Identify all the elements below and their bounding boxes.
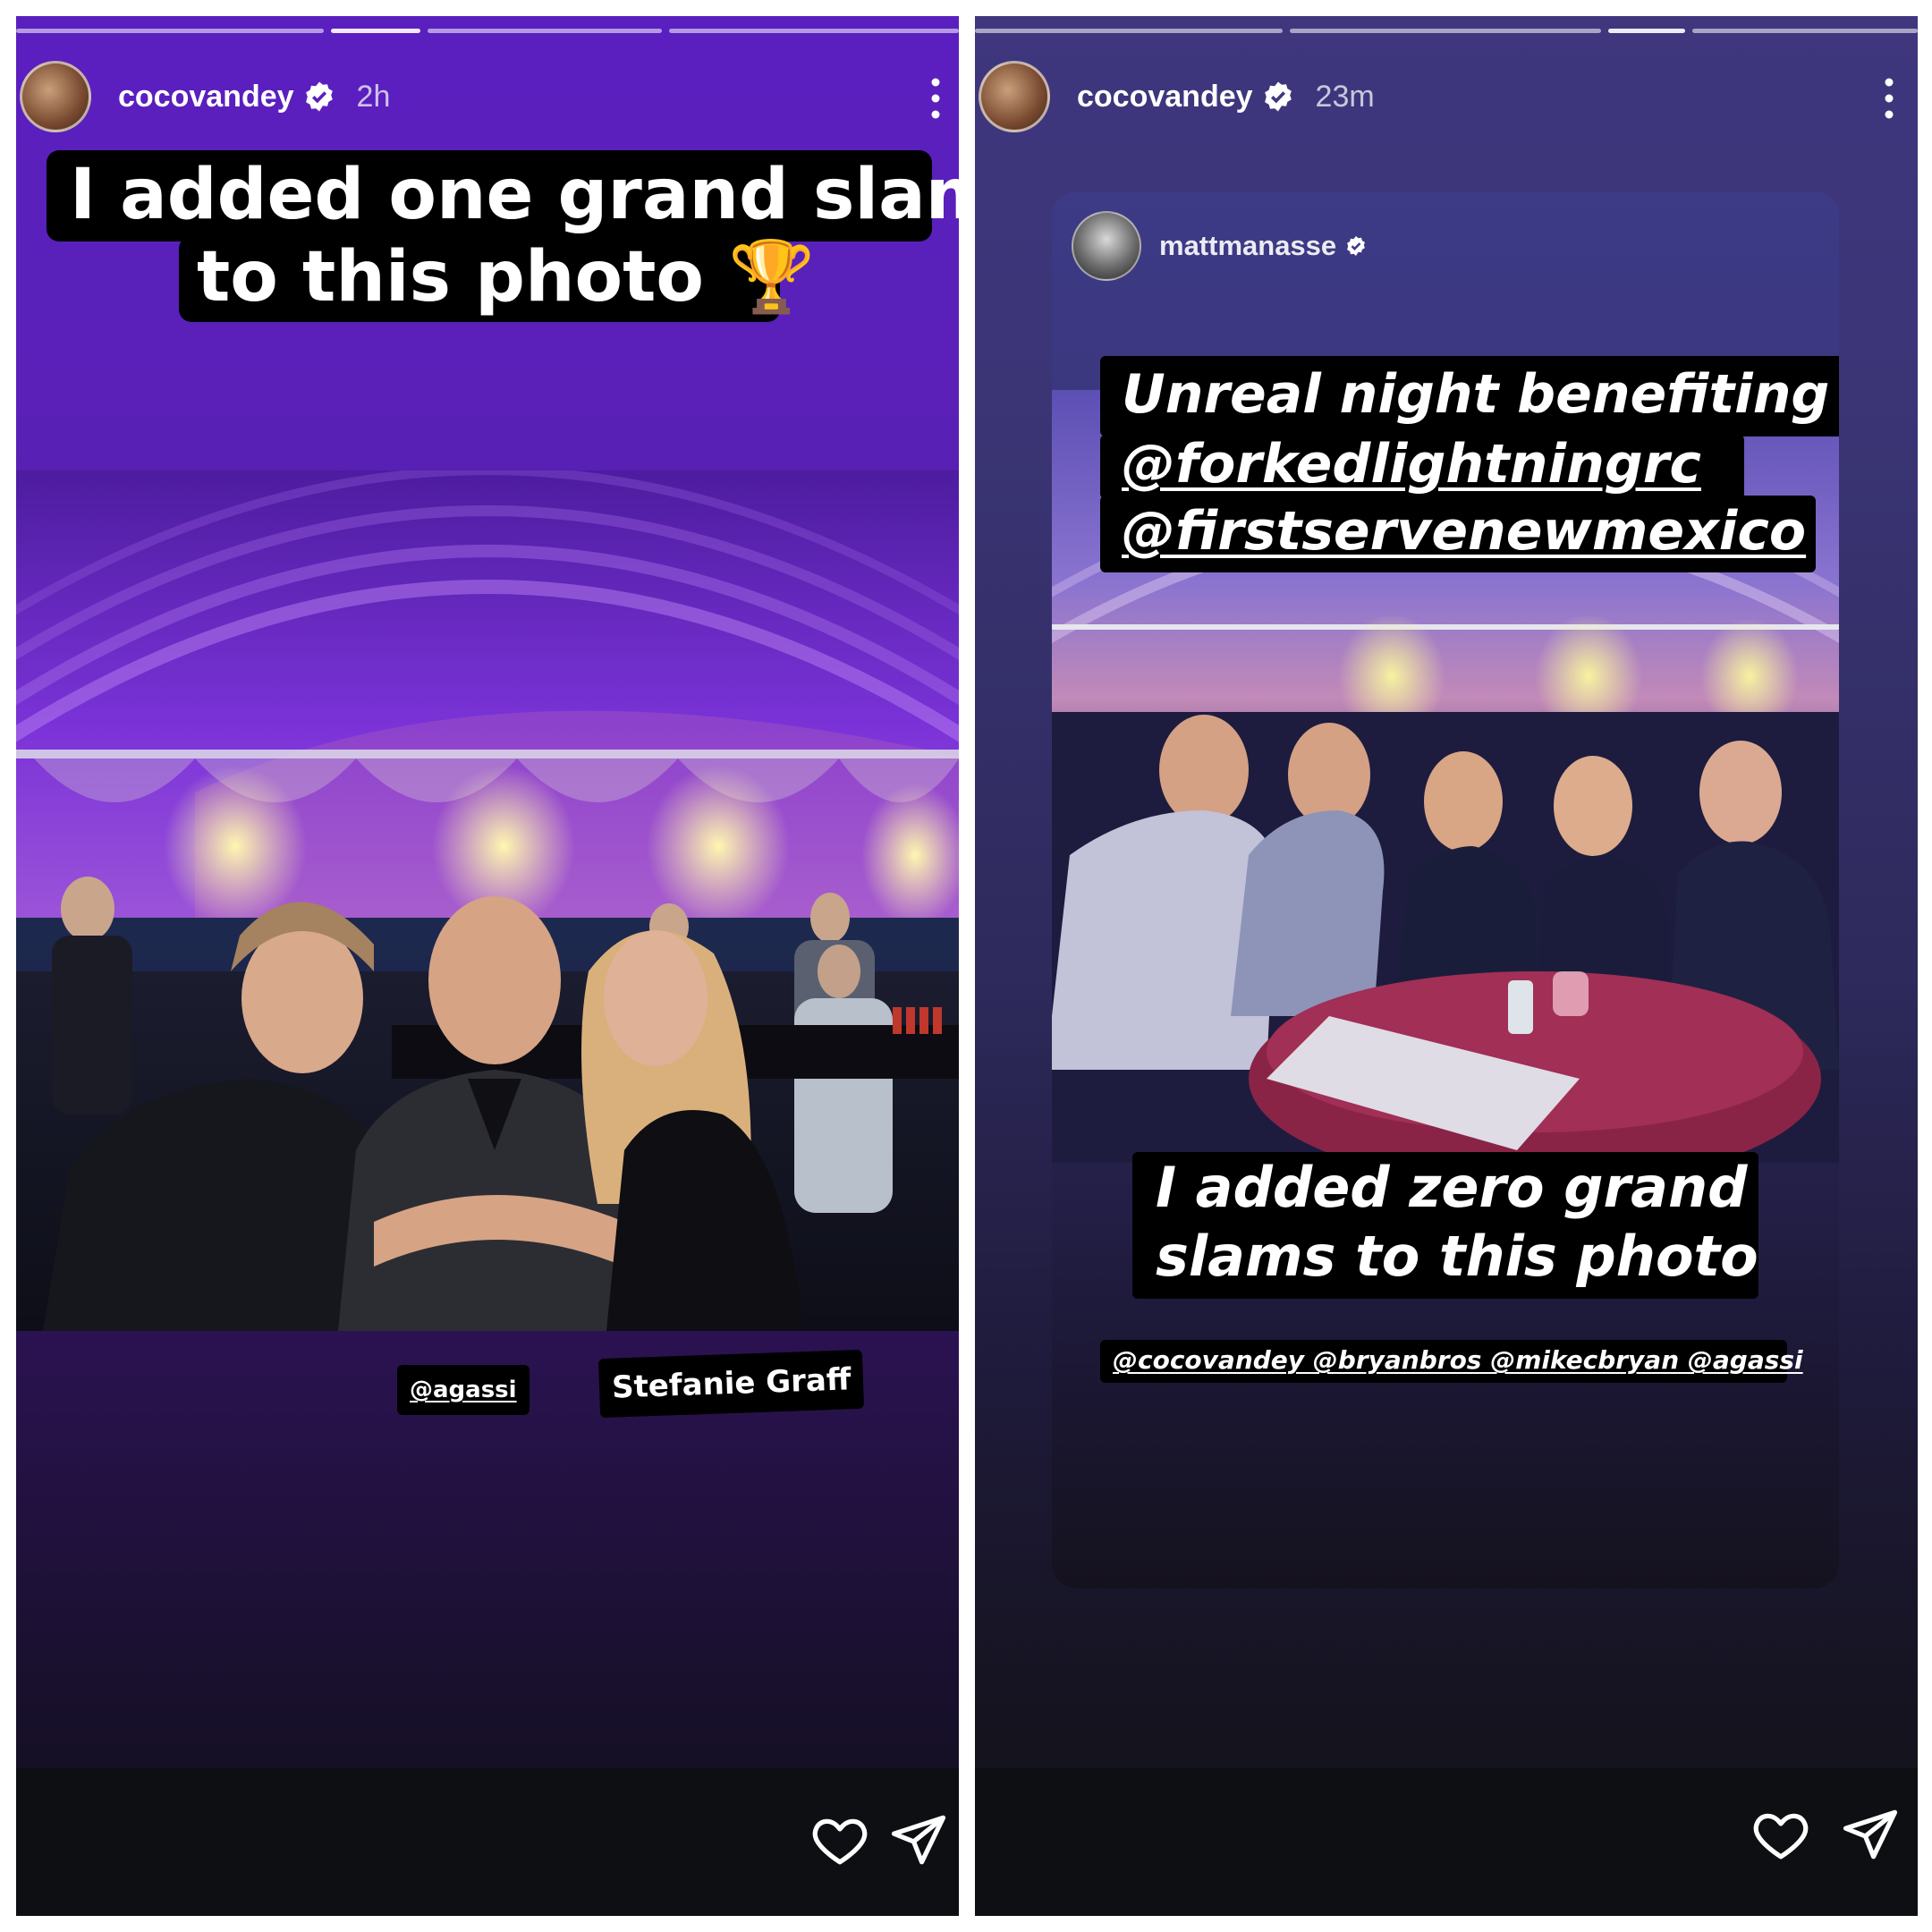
shared-caption-line-1: Unreal night benefiting (1100, 356, 1839, 436)
mention-text: @agassi (410, 1377, 517, 1403)
caption-text: to this photo (197, 237, 704, 318)
mentions-text: @cocovandey @bryanbros @mikecbryan @agas… (1113, 1345, 1803, 1375)
avatar[interactable] (979, 61, 1050, 132)
verified-icon (1264, 81, 1292, 112)
bottom-bar (975, 1768, 1918, 1916)
avatar[interactable] (20, 61, 91, 132)
heart-icon[interactable] (810, 1810, 869, 1869)
username[interactable]: cocovandey (1077, 80, 1253, 114)
shared-caption-mention-1[interactable]: @forkedlightningrc (1100, 435, 1744, 499)
shared-post-username[interactable]: mattmanasse (1159, 230, 1336, 262)
mention-tag-agassi[interactable]: @agassi (397, 1365, 530, 1415)
caption-line-2: to this photo 🏆 (179, 236, 815, 322)
progress-bar (975, 29, 1918, 33)
mentions-tag[interactable]: @cocovandey @bryanbros @mikecbryan @agas… (1100, 1340, 1803, 1383)
story-header: cocovandey 2h (20, 57, 390, 136)
progress-bar (16, 29, 959, 33)
heart-icon[interactable] (1751, 1805, 1810, 1864)
mention-text: @forkedlightningrc (1122, 433, 1701, 496)
story-left: cocovandey 2h I added one grand slam to … (16, 16, 959, 1916)
trophy-icon: 🏆 (728, 237, 816, 318)
verified-icon (1347, 236, 1366, 256)
overlay-line-1: I added zero grand (1132, 1152, 1758, 1229)
more-icon[interactable] (1878, 72, 1900, 125)
shared-caption-mention-2[interactable]: @firstservenewmexico (1100, 496, 1816, 572)
overlay-line-2: slams to this photo (1132, 1220, 1758, 1299)
name-tag-graf[interactable]: Stefanie Graff (597, 1349, 865, 1419)
more-icon[interactable] (925, 72, 946, 125)
story-right: cocovandey 23m mattmanasse Unreal night … (975, 16, 1918, 1916)
story-photo (16, 470, 959, 1331)
caption-line-1: I added one grand slam (47, 150, 959, 242)
shared-post-header: mattmanasse (1072, 211, 1367, 281)
shared-post-card[interactable]: mattmanasse Unreal night benefiting @for… (1052, 191, 1839, 1589)
mention-text: @firstservenewmexico (1122, 500, 1807, 563)
story-header: cocovandey 23m (979, 57, 1375, 136)
verified-icon (305, 81, 333, 112)
username[interactable]: cocovandey (118, 80, 294, 114)
send-icon[interactable] (1841, 1805, 1900, 1864)
bottom-bar (16, 1768, 959, 1916)
post-time: 23m (1315, 79, 1375, 114)
post-time: 2h (356, 79, 391, 114)
send-icon[interactable] (889, 1810, 948, 1869)
shared-post-avatar[interactable] (1072, 211, 1141, 281)
